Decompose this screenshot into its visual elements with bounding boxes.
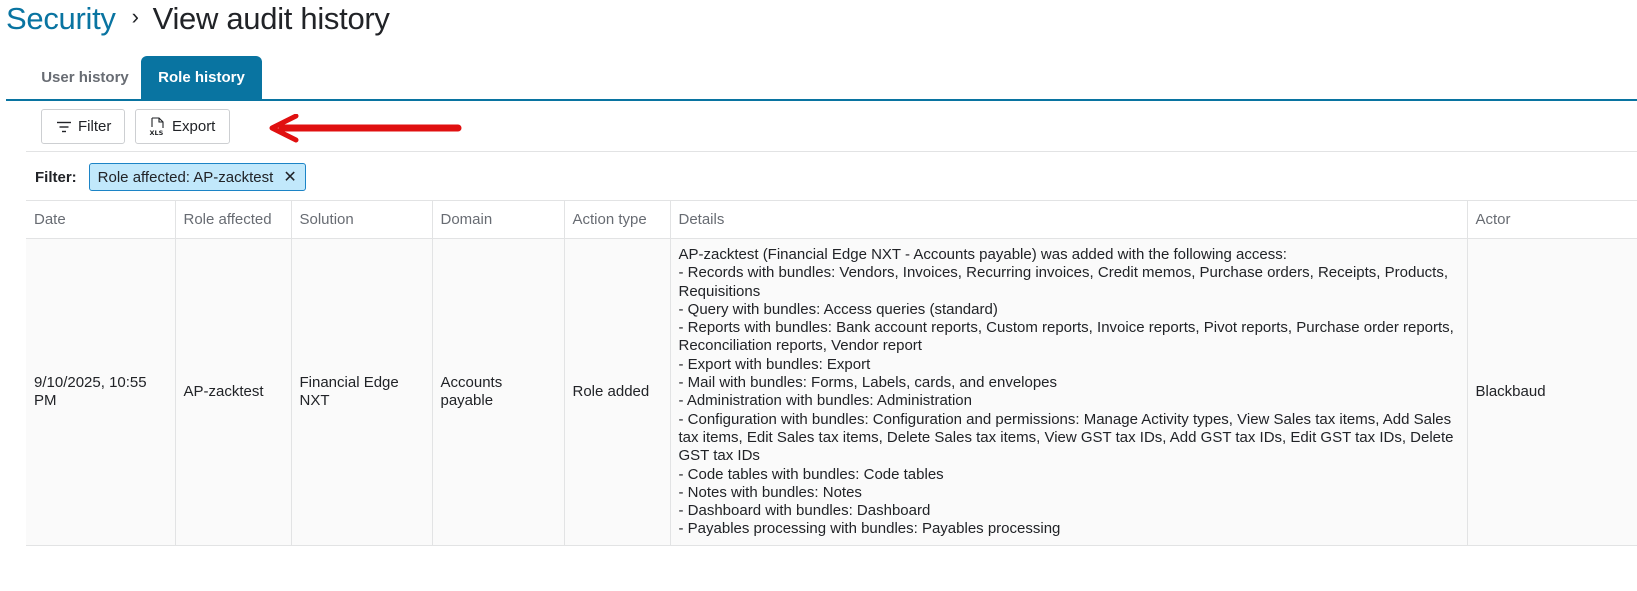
cell-actor: Blackbaud bbox=[1466, 238, 1637, 546]
column-header-solution[interactable]: Solution bbox=[290, 200, 432, 239]
column-header-date[interactable]: Date bbox=[26, 200, 175, 239]
tab-user-history[interactable]: User history bbox=[24, 56, 146, 99]
details-line: - Records with bundles: Vendors, Invoice… bbox=[678, 264, 1449, 300]
xls-file-icon: XLS bbox=[149, 117, 165, 136]
svg-text:XLS: XLS bbox=[150, 129, 164, 136]
cell-details: AP-zacktest (Financial Edge NXT - Accoun… bbox=[669, 238, 1467, 546]
details-line: - Mail with bundles: Forms, Labels, card… bbox=[678, 374, 1058, 392]
details-line: - Configuration with bundles: Configurat… bbox=[678, 410, 1454, 465]
details-line: - Export with bundles: Export bbox=[678, 355, 871, 373]
column-header-domain[interactable]: Domain bbox=[431, 200, 564, 239]
audit-history-table: Date Role affected Solution Domain Actio… bbox=[26, 200, 1637, 546]
details-line: - Administration with bundles: Administr… bbox=[678, 392, 972, 410]
table-header-row: Date Role affected Solution Domain Actio… bbox=[26, 200, 1637, 239]
breadcrumb-separator: › bbox=[131, 4, 139, 29]
filter-button[interactable]: Filter bbox=[41, 109, 125, 144]
details-line: - Payables processing with bundles: Paya… bbox=[678, 520, 1061, 538]
cell-role-affected: AP-zacktest bbox=[174, 238, 291, 546]
column-header-role-affected[interactable]: Role affected bbox=[174, 200, 291, 239]
breadcrumb-security-link[interactable]: Security bbox=[6, 1, 116, 37]
cell-domain: Accounts payable bbox=[431, 238, 564, 546]
cell-action-type: Role added bbox=[563, 238, 670, 546]
table-row[interactable]: 9/10/2025, 10:55 PM AP-zacktest Financia… bbox=[26, 238, 1637, 546]
filter-button-label: Filter bbox=[78, 118, 112, 135]
filter-chip-role-affected[interactable]: Role affected: AP-zacktest ✕ bbox=[88, 163, 306, 191]
details-line: - Code tables with bundles: Code tables bbox=[678, 465, 944, 483]
annotation-arrow bbox=[268, 113, 468, 149]
details-line: AP-zacktest (Financial Edge NXT - Accoun… bbox=[678, 246, 1287, 263]
details-line: - Reports with bundles: Bank account rep… bbox=[678, 319, 1454, 355]
cell-date: 9/10/2025, 10:55 PM bbox=[26, 238, 175, 546]
details-line: - Notes with bundles: Notes bbox=[678, 483, 862, 501]
filter-lines-icon bbox=[57, 121, 71, 133]
close-icon[interactable]: ✕ bbox=[283, 167, 296, 187]
column-header-actor[interactable]: Actor bbox=[1466, 200, 1637, 239]
export-button[interactable]: XLS Export bbox=[135, 109, 230, 144]
filter-summary-label: Filter: bbox=[35, 168, 77, 186]
cell-solution: Financial Edge NXT bbox=[290, 238, 432, 546]
filter-chip-label: Role affected: AP-zacktest bbox=[97, 168, 274, 186]
page-header: Security › View audit history bbox=[6, 0, 390, 40]
export-button-label: Export bbox=[172, 118, 216, 135]
page-title: View audit history bbox=[152, 1, 390, 36]
details-line: - Query with bundles: Access queries (st… bbox=[678, 300, 998, 318]
active-filter-bar: Filter: Role affected: AP-zacktest ✕ bbox=[26, 160, 306, 194]
column-header-action-type[interactable]: Action type bbox=[563, 200, 670, 239]
history-tabs: User history Role history bbox=[6, 56, 1637, 101]
column-header-details[interactable]: Details bbox=[669, 200, 1467, 239]
tab-role-history[interactable]: Role history bbox=[141, 56, 262, 99]
details-line: - Dashboard with bundles: Dashboard bbox=[678, 502, 931, 520]
